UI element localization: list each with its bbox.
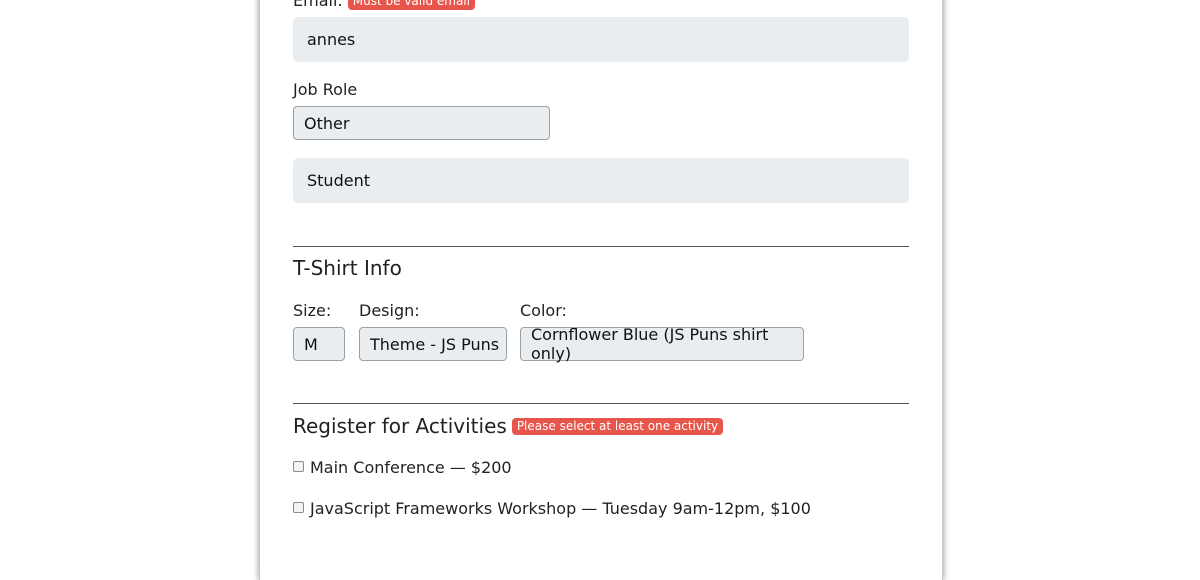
size-label: Size: (293, 301, 332, 320)
activity-label: Main Conference — $200 (310, 458, 512, 477)
job-role-label: Job Role (293, 80, 358, 99)
size-select[interactable]: M (293, 327, 345, 361)
checkbox[interactable] (293, 502, 304, 513)
email-label: Email: (293, 0, 343, 10)
email-label-row: Email: Must be valid email (293, 0, 475, 12)
checkbox[interactable] (293, 461, 304, 472)
email-error-badge: Must be valid email (347, 0, 475, 10)
other-job-role-field[interactable]: Student (293, 158, 909, 203)
activity-label: JavaScript Frameworks Workshop — Tuesday… (310, 499, 811, 518)
activities-section-title: Register for Activities (293, 414, 507, 438)
job-role-select[interactable]: Other (293, 106, 550, 140)
form-card: Email: Must be valid email annes Job Rol… (259, 0, 943, 580)
activities-title-row: Register for Activities Please select at… (293, 413, 724, 439)
section-divider (293, 403, 909, 404)
design-label: Design: (359, 301, 420, 320)
activity-item[interactable]: Main Conference — $200 (293, 458, 512, 477)
activities-error-badge: Please select at least one activity (511, 417, 724, 435)
section-divider (293, 246, 909, 247)
design-select[interactable]: Theme - JS Puns (359, 327, 507, 361)
tshirt-section-title: T-Shirt Info (293, 256, 402, 280)
email-field[interactable]: annes (293, 17, 909, 62)
color-select[interactable]: Cornflower Blue (JS Puns shirt only) (520, 325, 804, 363)
activity-item[interactable]: JavaScript Frameworks Workshop — Tuesday… (293, 499, 811, 518)
color-label: Color: (520, 301, 567, 320)
